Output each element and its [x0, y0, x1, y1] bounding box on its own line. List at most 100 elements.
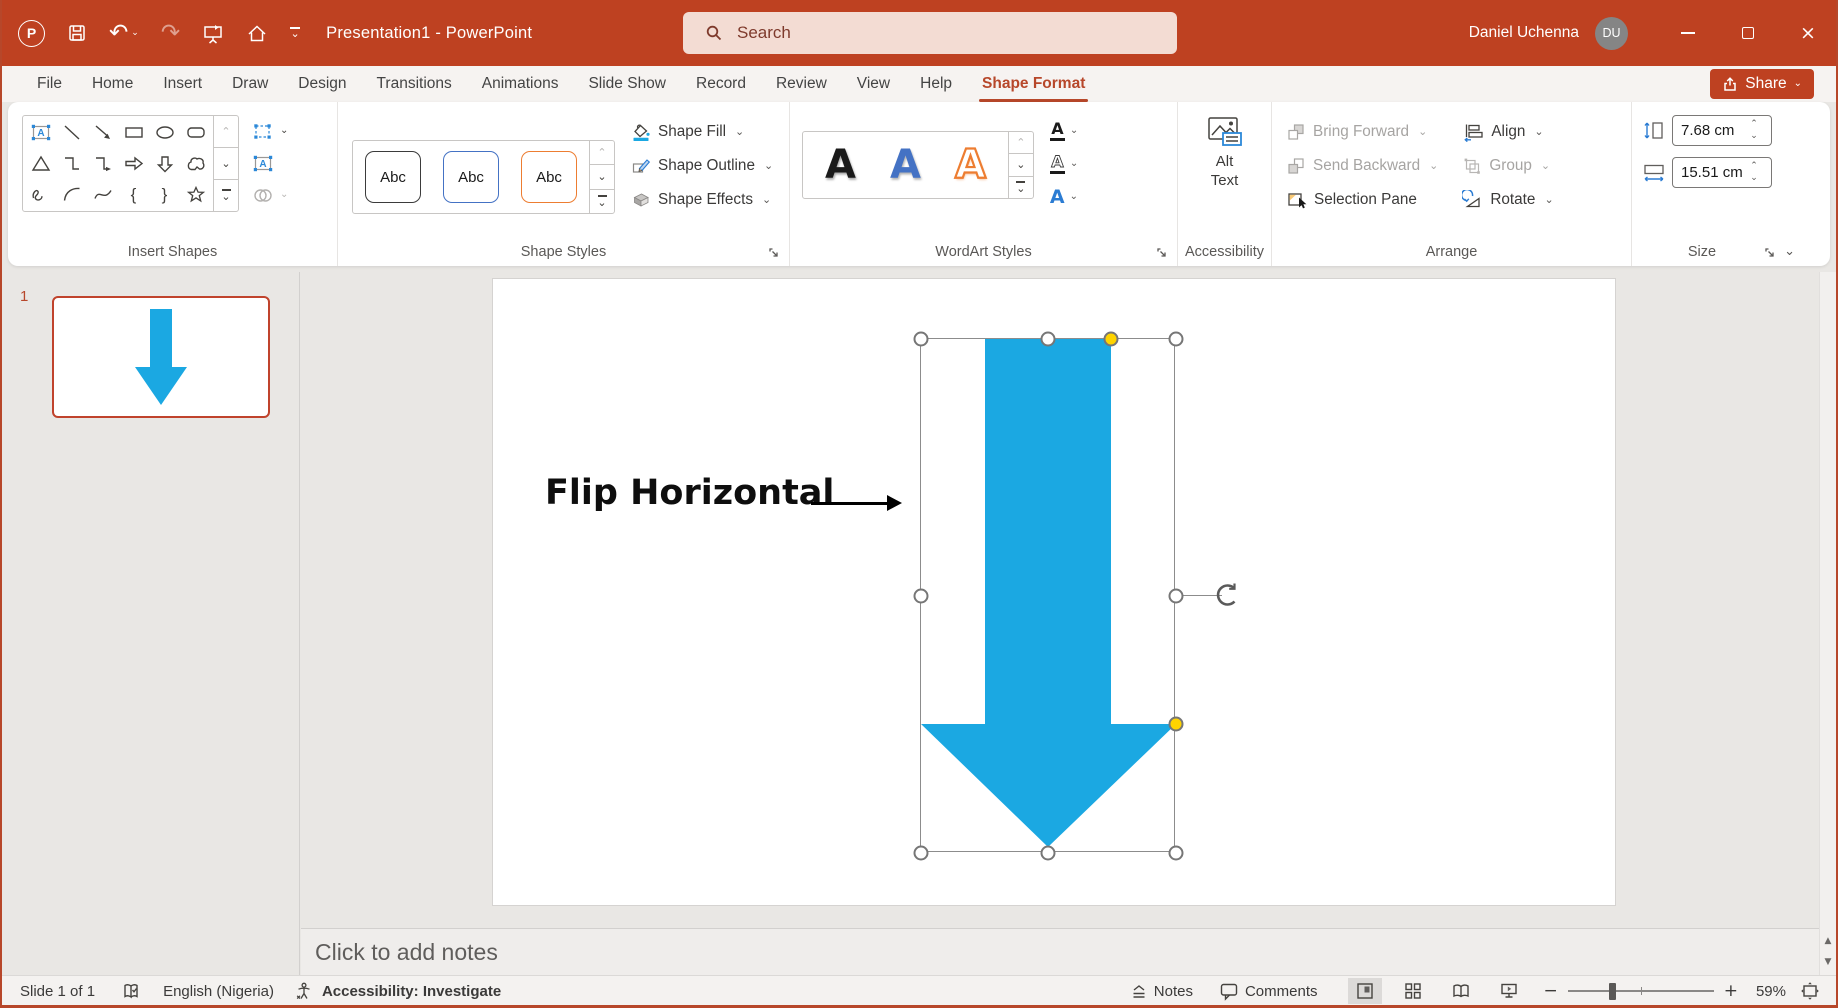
zoom-level[interactable]: 59%: [1744, 983, 1786, 1000]
save-button[interactable]: [67, 23, 87, 43]
tab-insert[interactable]: Insert: [148, 66, 217, 102]
shape-style-preview-2[interactable]: Abc: [443, 151, 499, 203]
shape-elbow-connector-icon[interactable]: [56, 148, 87, 179]
text-effects-button[interactable]: A ⌄: [1050, 182, 1078, 212]
user-name[interactable]: Daniel Uchenna: [1469, 24, 1579, 42]
tab-animations[interactable]: Animations: [467, 66, 574, 102]
shape-right-brace-icon[interactable]: }: [149, 179, 180, 210]
shape-width-input[interactable]: [1673, 164, 1743, 181]
tab-home[interactable]: Home: [77, 66, 148, 102]
minimize-button[interactable]: [1658, 0, 1718, 66]
tab-design[interactable]: Design: [283, 66, 361, 102]
notes-bar[interactable]: Click to add notes: [301, 928, 1819, 975]
home-button[interactable]: [246, 23, 268, 44]
tab-view[interactable]: View: [842, 66, 905, 102]
text-box-button[interactable]: A: [251, 149, 288, 177]
share-button[interactable]: Share ⌄: [1710, 69, 1814, 99]
maximize-button[interactable]: [1718, 0, 1778, 66]
resize-handle-top-right[interactable]: [1169, 332, 1184, 347]
tab-shape-format[interactable]: Shape Format: [967, 66, 1100, 102]
align-button[interactable]: Align ⌄: [1462, 118, 1553, 145]
width-spinner[interactable]: ⌃ ⌄: [1743, 162, 1765, 183]
shape-left-brace-icon[interactable]: {: [118, 179, 149, 210]
tab-draw[interactable]: Draw: [217, 66, 283, 102]
resize-handle-middle-left[interactable]: [914, 589, 929, 604]
powerpoint-logo-icon[interactable]: P: [18, 20, 45, 47]
chevron-down-icon[interactable]: ⌄: [131, 29, 139, 38]
shape-right-arrow-icon[interactable]: [118, 148, 149, 179]
vertical-scrollbar[interactable]: ▲ ▼: [1819, 272, 1836, 975]
shape-selection-box[interactable]: [920, 338, 1175, 852]
view-reading-button[interactable]: [1444, 978, 1478, 1004]
resize-handle-bottom-right[interactable]: [1169, 846, 1184, 861]
gallery-scroll-down-button[interactable]: ⌄: [590, 164, 614, 188]
shape-elbow-arrow-connector-icon[interactable]: [87, 148, 118, 179]
slide-thumbnail[interactable]: [52, 296, 270, 418]
shape-style-preview-1[interactable]: Abc: [365, 151, 421, 203]
view-normal-button[interactable]: [1348, 978, 1382, 1004]
alt-text-button[interactable]: AltText: [1178, 102, 1271, 190]
language-selector[interactable]: English (Nigeria): [163, 983, 274, 1000]
notes-toggle-button[interactable]: Notes: [1130, 982, 1193, 1001]
shape-curve-icon[interactable]: [87, 179, 118, 210]
shape-oval-icon[interactable]: [149, 117, 180, 148]
undo-button[interactable]: ↶ ⌄: [109, 22, 139, 45]
shape-effects-button[interactable]: Shape Effects ⌄: [631, 186, 773, 213]
shape-freeform-icon[interactable]: [180, 148, 211, 179]
zoom-slider[interactable]: [1568, 990, 1714, 992]
view-slide-sorter-button[interactable]: [1396, 978, 1430, 1004]
shape-scribble-icon[interactable]: [25, 179, 56, 210]
close-button[interactable]: ×: [1778, 0, 1838, 66]
wordart-style-2[interactable]: A: [890, 145, 921, 185]
spell-check-button[interactable]: [121, 981, 141, 1001]
wordart-style-3[interactable]: A: [955, 145, 986, 185]
slide-canvas[interactable]: Flip Horizontal: [493, 279, 1615, 905]
text-outline-button[interactable]: A ⌄: [1050, 149, 1078, 179]
search-box[interactable]: [683, 12, 1177, 54]
selection-pane-button[interactable]: Selection Pane: [1286, 186, 1438, 213]
shape-rectangle-icon[interactable]: [118, 117, 149, 148]
tab-review[interactable]: Review: [761, 66, 842, 102]
shape-down-arrow-icon[interactable]: [149, 148, 180, 179]
gallery-more-button[interactable]: ⌄: [214, 179, 238, 211]
edit-shape-button[interactable]: ⌄: [251, 117, 288, 145]
wordart-style-1[interactable]: A: [825, 145, 856, 185]
accessibility-checker-button[interactable]: [294, 981, 314, 1001]
zoom-slider-thumb[interactable]: [1609, 983, 1616, 1000]
resize-handle-bottom-center[interactable]: [1041, 846, 1056, 861]
resize-handle-middle-right[interactable]: [1169, 589, 1184, 604]
resize-handle-top-left[interactable]: [914, 332, 929, 347]
avatar[interactable]: DU: [1595, 17, 1628, 50]
shape-triangle-icon[interactable]: [25, 148, 56, 179]
scroll-up-button[interactable]: ▲: [1820, 932, 1836, 950]
tab-help[interactable]: Help: [905, 66, 967, 102]
gallery-more-button[interactable]: ⌄: [590, 189, 614, 213]
accessibility-status[interactable]: Accessibility: Investigate: [322, 983, 501, 1000]
resize-handle-top-center[interactable]: [1041, 332, 1056, 347]
start-slideshow-button[interactable]: [202, 23, 224, 44]
tab-file[interactable]: File: [22, 66, 77, 102]
shape-outline-button[interactable]: Shape Outline ⌄: [631, 152, 773, 179]
shape-styles-dialog-launcher[interactable]: [767, 246, 780, 259]
scroll-down-button[interactable]: ▼: [1820, 953, 1836, 971]
shape-textbox-icon[interactable]: A: [25, 117, 56, 148]
rotate-handle[interactable]: [1213, 580, 1243, 610]
resize-handle-bottom-left[interactable]: [914, 846, 929, 861]
wordart-dialog-launcher[interactable]: [1155, 246, 1168, 259]
collapse-ribbon-icon[interactable]: ⌄: [1784, 245, 1795, 258]
shape-height-input[interactable]: [1673, 122, 1743, 139]
tab-slide-show[interactable]: Slide Show: [573, 66, 681, 102]
shape-rounded-rectangle-icon[interactable]: [180, 117, 211, 148]
shape-line-icon[interactable]: [56, 117, 87, 148]
adjust-handle-head[interactable]: [1169, 717, 1184, 732]
size-dialog-launcher[interactable]: [1763, 246, 1776, 259]
comments-button[interactable]: Comments: [1219, 981, 1318, 1001]
gallery-scroll-down-button[interactable]: ⌄: [1009, 153, 1033, 175]
adjust-handle-stem[interactable]: [1104, 332, 1119, 347]
slide-indicator[interactable]: Slide 1 of 1: [20, 983, 95, 1000]
customize-toolbar-button[interactable]: ⌄: [290, 27, 300, 39]
zoom-in-button[interactable]: +: [1724, 981, 1738, 1001]
zoom-out-button[interactable]: −: [1544, 981, 1558, 1001]
shape-arrow-icon[interactable]: [87, 117, 118, 148]
text-fill-button[interactable]: A ⌄: [1050, 116, 1078, 146]
